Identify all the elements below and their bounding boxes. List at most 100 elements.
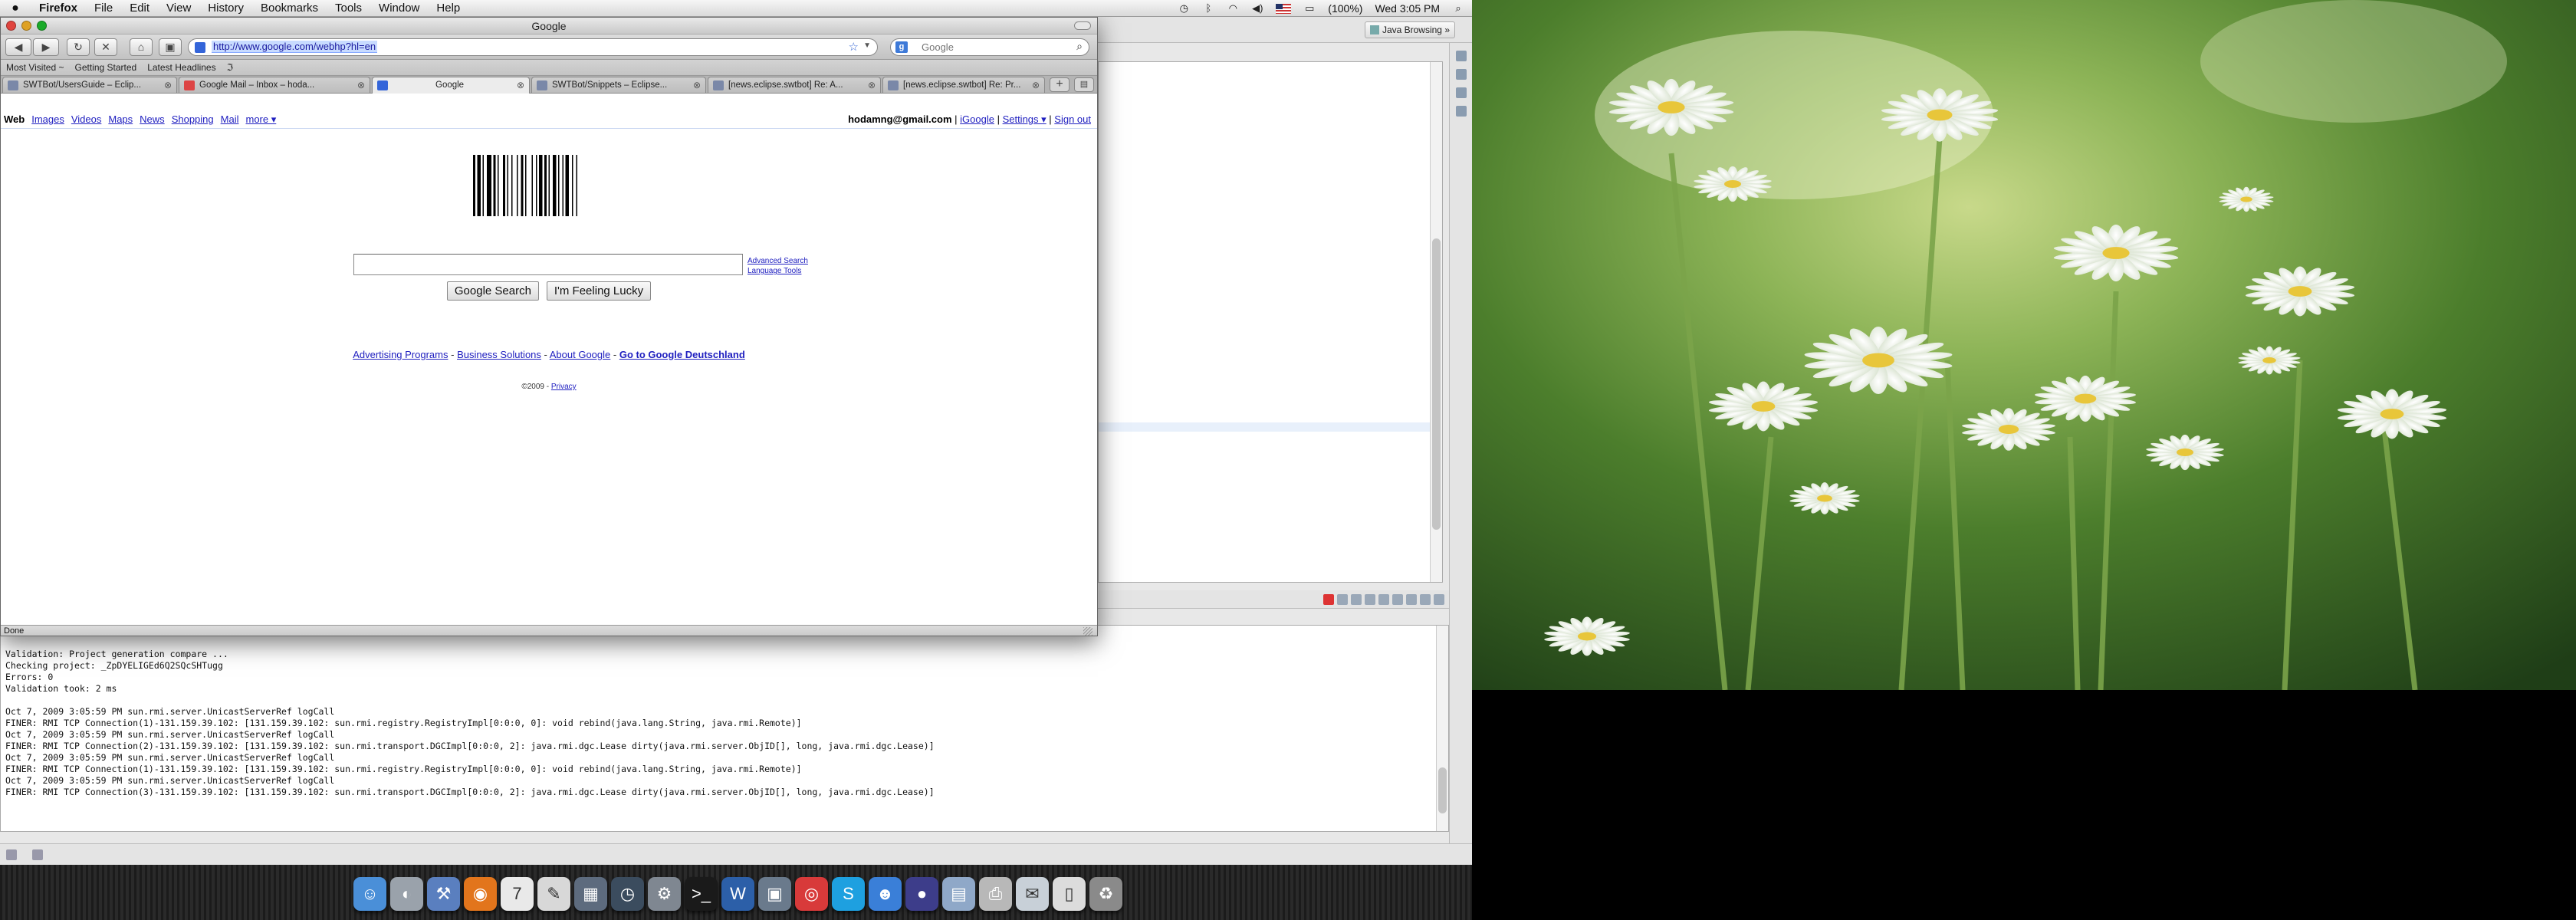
minimize-icon[interactable]	[1420, 593, 1431, 605]
tab-close-icon[interactable]: ⊗	[1032, 77, 1040, 93]
menu-bookmarks[interactable]: Bookmarks	[252, 2, 327, 15]
google-search-button[interactable]: Google Search	[446, 281, 539, 301]
menu-edit[interactable]: Edit	[121, 2, 158, 15]
time-machine-icon[interactable]: ◷	[611, 877, 644, 911]
menu-file[interactable]: File	[86, 2, 121, 15]
menu-tools[interactable]: Tools	[327, 2, 370, 15]
search-engine-input[interactable]	[922, 41, 1067, 54]
tab-gmail-inbox[interactable]: Google Mail – Inbox – hoda... ⊗	[179, 77, 370, 93]
bookmark-getting-started[interactable]: Getting Started	[69, 62, 142, 73]
minimized-view-icon[interactable]	[1455, 87, 1467, 98]
scroll-lock-icon[interactable]	[1365, 593, 1375, 605]
reload-button[interactable]: ↻	[67, 38, 90, 56]
tab-list-button[interactable]: ▤	[1074, 77, 1094, 92]
textedit-icon[interactable]: ✎	[537, 877, 570, 911]
fast-view-icon[interactable]	[6, 849, 17, 860]
lifesaver-icon[interactable]: ◎	[795, 877, 828, 911]
rss-icon[interactable]: ℑ	[222, 62, 238, 73]
battery-icon[interactable]: ▭	[1303, 3, 1316, 14]
bluetooth-icon[interactable]: ᛒ	[1202, 3, 1214, 14]
remove-launch-icon[interactable]	[1337, 593, 1348, 605]
tab-swtbot-news-pr[interactable]: [news.eclipse.swtbot] Re: Pr... ⊗	[882, 77, 1045, 93]
advertising-programs-link[interactable]: Advertising Programs	[353, 349, 448, 360]
tab-close-icon[interactable]: ⊗	[357, 77, 365, 93]
firefox-icon[interactable]: ◉	[464, 877, 497, 911]
menu-history[interactable]: History	[199, 2, 252, 15]
privacy-link[interactable]: Privacy	[551, 383, 577, 391]
toolbar-toggle-button[interactable]	[1074, 21, 1091, 30]
terminal-icon[interactable]: >_	[685, 877, 718, 911]
tab-close-icon[interactable]: ⊗	[164, 77, 172, 93]
new-tab-button[interactable]: +	[1050, 77, 1070, 92]
time-machine-status-icon[interactable]: ◷	[1178, 3, 1190, 14]
about-google-link[interactable]: About Google	[550, 349, 611, 360]
search-bar[interactable]: g ⌕	[890, 38, 1089, 56]
bookmark-latest-headlines[interactable]: Latest Headlines	[142, 62, 221, 73]
tab-swtbot-snippets[interactable]: SWTBot/Snippets – Eclipse... ⊗	[531, 77, 706, 93]
app-menu[interactable]: Firefox	[31, 2, 86, 15]
advanced-search-link[interactable]: Advanced Search	[748, 256, 808, 266]
finder-icon[interactable]: ☺	[353, 877, 386, 911]
eclipse-icon[interactable]: ●	[905, 877, 938, 911]
menu-help[interactable]: Help	[428, 2, 468, 15]
open-console-icon[interactable]	[1406, 593, 1417, 605]
url-dropdown-icon[interactable]: ▼	[863, 41, 871, 50]
gbar-mail-link[interactable]: Mail	[221, 113, 239, 125]
minimized-view-icon[interactable]	[1455, 51, 1467, 61]
console-view[interactable]: Validation took: 1 ms Validation: Projec…	[0, 625, 1449, 832]
tab-google[interactable]: Google ⊗	[372, 77, 530, 94]
gbar-images-link[interactable]: Images	[31, 113, 64, 125]
terminate-icon[interactable]	[1323, 593, 1334, 605]
gbar-more-link[interactable]: more ▾	[245, 113, 276, 125]
wifi-icon[interactable]: ◠	[1227, 3, 1239, 14]
language-tools-link[interactable]: Language Tools	[748, 266, 808, 276]
volume-icon[interactable]: ◀)	[1251, 3, 1263, 14]
clear-console-icon[interactable]	[1351, 593, 1362, 605]
spotlight-icon[interactable]: ⌕	[1452, 3, 1464, 14]
editor-scroll-thumb[interactable]	[1432, 238, 1441, 530]
input-source-flag-icon[interactable]	[1276, 3, 1292, 14]
bookmark-most-visited[interactable]: Most Visited ~	[1, 62, 69, 73]
xcode-icon[interactable]: ⚒	[427, 877, 460, 911]
system-preferences-icon[interactable]: ⚙	[648, 877, 681, 911]
google-search-input[interactable]	[353, 254, 743, 275]
eclipse-editor-view[interactable]	[1098, 61, 1443, 583]
search-icon[interactable]: ⌕	[1076, 40, 1083, 53]
dashboard-icon[interactable]: ◐	[390, 877, 423, 911]
tab-close-icon[interactable]: ⊗	[517, 77, 524, 93]
documents-icon[interactable]: ▯	[1053, 877, 1086, 911]
business-solutions-link[interactable]: Business Solutions	[457, 349, 541, 360]
battery-percent[interactable]: (100%)	[1328, 2, 1362, 15]
minimized-view-icon[interactable]	[1455, 69, 1467, 80]
settings-link[interactable]: Settings ▾	[1003, 113, 1046, 125]
mail-icon[interactable]: ✉	[1016, 877, 1049, 911]
word-icon[interactable]: W	[721, 877, 754, 911]
forward-button[interactable]: ▶	[33, 38, 59, 56]
folder-icon[interactable]: ▤	[942, 877, 975, 911]
google-deutschland-link[interactable]: Go to Google Deutschland	[619, 349, 745, 360]
home-button[interactable]: ⌂	[130, 38, 153, 56]
printer-icon[interactable]: ⎙	[979, 877, 1012, 911]
url-bar[interactable]: http://www.google.com/webhp?hl=en ☆ ▼	[188, 38, 878, 56]
menu-window[interactable]: Window	[370, 2, 428, 15]
back-button[interactable]: ◀	[5, 38, 31, 56]
menu-view[interactable]: View	[158, 2, 199, 15]
window-titlebar[interactable]: Google	[1, 18, 1097, 34]
editor-scrollbar[interactable]	[1430, 62, 1442, 582]
stop-button[interactable]: ✕	[94, 38, 117, 56]
tab-close-icon[interactable]: ⊗	[693, 77, 701, 93]
chat-icon[interactable]: ☻	[869, 877, 902, 911]
pin-console-icon[interactable]	[1378, 593, 1389, 605]
ical-icon[interactable]: 7	[501, 877, 534, 911]
gridapp-icon[interactable]: ▦	[574, 877, 607, 911]
bookmark-star-icon[interactable]: ☆	[849, 40, 859, 54]
skype-icon[interactable]: S	[832, 877, 865, 911]
resize-grip-icon[interactable]	[1083, 627, 1092, 636]
gbar-shopping-link[interactable]: Shopping	[172, 113, 214, 125]
igoogle-link[interactable]: iGoogle	[960, 113, 994, 125]
gbar-maps-link[interactable]: Maps	[108, 113, 133, 125]
perspective-button[interactable]: Java Browsing »	[1364, 21, 1455, 38]
search-engine-icon[interactable]: g	[895, 41, 908, 53]
menubar-clock[interactable]: Wed 3:05 PM	[1375, 2, 1440, 15]
task-icon[interactable]	[32, 849, 43, 860]
